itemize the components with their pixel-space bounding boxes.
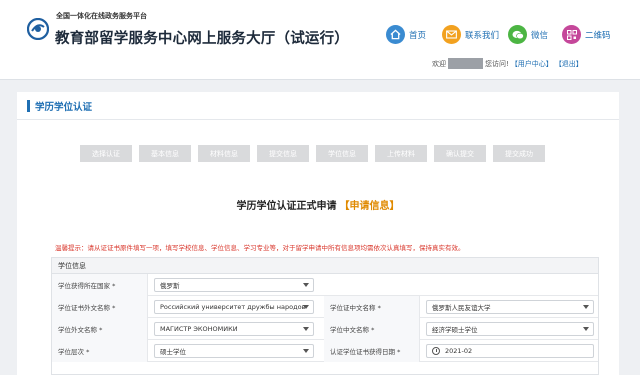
cn-degree-value: 经济学硕士学位 bbox=[432, 326, 478, 334]
step-6[interactable]: 上传材料 bbox=[375, 145, 427, 162]
cn-school-select[interactable]: 俄罗斯人民友谊大学 bbox=[426, 300, 594, 314]
degree-level-select[interactable]: 硕士学位 bbox=[154, 344, 314, 358]
foreign-school-select[interactable]: Российский университет дружбы народов bbox=[154, 300, 314, 314]
nav-home-label: 首页 bbox=[409, 30, 427, 41]
country-value: 俄罗斯 bbox=[160, 282, 180, 290]
degree-info-table: 学位信息 学位获得所在国家 * 俄罗斯 学位证书外文名称 * Российски… bbox=[51, 257, 599, 375]
step-5[interactable]: 学位信息 bbox=[316, 145, 368, 162]
nav-contact[interactable]: 联系我们 bbox=[442, 25, 499, 44]
home-icon bbox=[386, 25, 405, 44]
platform-subtitle: 全国一体化在线政务服务平台 bbox=[56, 12, 147, 20]
foreign-degree-label: 学位外文名称 * bbox=[52, 318, 148, 340]
welcome-prefix: 欢迎 bbox=[432, 59, 446, 68]
nav-wechat-label: 微信 bbox=[531, 30, 549, 41]
chevron-down-icon bbox=[303, 305, 309, 309]
chevron-down-icon bbox=[583, 327, 589, 331]
step-4[interactable]: 提交信息 bbox=[257, 145, 309, 162]
section-header: 学位信息 bbox=[52, 258, 598, 274]
cn-school-value: 俄罗斯人民友谊大学 bbox=[432, 304, 491, 312]
chevron-down-icon bbox=[303, 283, 309, 287]
title-accent-bar bbox=[27, 99, 30, 112]
step-progress: 选择认证 基本信息 材料信息 提交信息 学位信息 上传材料 确认提交 提交成功 bbox=[80, 145, 545, 162]
mail-icon bbox=[442, 25, 461, 44]
site-title: 教育部留学服务中心网上服务大厅（试运行） bbox=[55, 31, 349, 47]
panel-title-bar: 学历学位认证 bbox=[17, 92, 619, 120]
nav-qrcode[interactable]: 二维码 bbox=[562, 25, 611, 44]
main-panel: 学历学位认证 选择认证 基本信息 材料信息 提交信息 学位信息 上传材料 确认提… bbox=[17, 92, 619, 375]
form-title: 学历学位认证正式申请 【申请信息】 bbox=[17, 197, 619, 212]
user-center-link[interactable]: 【用户中心】 bbox=[511, 59, 553, 69]
form-stage: 【申请信息】 bbox=[339, 201, 400, 212]
step-7[interactable]: 确认提交 bbox=[434, 145, 486, 162]
nav-contact-label: 联系我们 bbox=[465, 30, 500, 41]
step-1[interactable]: 选择认证 bbox=[80, 145, 132, 162]
cn-degree-label: 学位中文名称 * bbox=[324, 318, 420, 340]
logout-link[interactable]: 【退出】 bbox=[555, 59, 583, 69]
country-label: 学位获得所在国家 * bbox=[52, 274, 148, 296]
foreign-degree-select[interactable]: МАГИСТР ЭКОНОМИКИ bbox=[154, 322, 314, 336]
cn-school-label: 学位证中文名称 * bbox=[324, 296, 420, 318]
degree-level-value: 硕士学位 bbox=[160, 348, 186, 356]
chevron-down-icon bbox=[583, 305, 589, 309]
chevron-down-icon bbox=[303, 349, 309, 353]
cn-degree-select[interactable]: 经济学硕士学位 bbox=[426, 322, 594, 336]
foreign-degree-value: МАГИСТР ЭКОНОМИКИ bbox=[160, 325, 238, 333]
country-select[interactable]: 俄罗斯 bbox=[154, 278, 314, 292]
welcome-suffix: 您访问! bbox=[485, 59, 509, 68]
step-8[interactable]: 提交成功 bbox=[493, 145, 545, 162]
qrcode-icon bbox=[562, 25, 581, 44]
site-header: 全国一体化在线政务服务平台 教育部留学服务中心网上服务大厅（试运行） 首页 联系… bbox=[0, 0, 640, 80]
notice-text: 温馨提示：请从证证书原件填写一项，填写学校信息、学位信息、学习专业等，对于留学申… bbox=[55, 244, 465, 252]
form-row: 学位外文名称 * МАГИСТР ЭКОНОМИКИ 学位中文名称 * 经济学硕… bbox=[52, 318, 598, 340]
degree-date-picker[interactable]: 2021-02 bbox=[426, 344, 594, 358]
nav-home[interactable]: 首页 bbox=[386, 25, 426, 44]
form-row: 学位证书外文名称 * Российский университет дружбы… bbox=[52, 296, 598, 318]
site-logo-icon bbox=[27, 18, 49, 40]
step-2[interactable]: 基本信息 bbox=[139, 145, 191, 162]
form-row: 学位层次 * 硕士学位 认证学位证书获得日期 * 2021-02 bbox=[52, 340, 598, 362]
step-3[interactable]: 材料信息 bbox=[198, 145, 250, 162]
degree-date-value: 2021-02 bbox=[445, 347, 473, 355]
nav-qrcode-label: 二维码 bbox=[585, 30, 611, 41]
panel-title: 学历学位认证 bbox=[35, 101, 93, 113]
redacted-username bbox=[448, 58, 483, 69]
form-row: 学位获得所在国家 * 俄罗斯 bbox=[52, 274, 598, 296]
foreign-school-value: Российский университет дружбы народов bbox=[160, 303, 306, 311]
nav-wechat[interactable]: 微信 bbox=[508, 25, 548, 44]
degree-date-label: 认证学位证书获得日期 * bbox=[324, 340, 420, 362]
degree-level-label: 学位层次 * bbox=[52, 340, 148, 362]
form-title-text: 学历学位认证正式申请 bbox=[236, 201, 337, 212]
wechat-icon bbox=[508, 25, 527, 44]
chevron-down-icon bbox=[303, 327, 309, 331]
clock-icon bbox=[432, 347, 440, 355]
welcome-bar: 欢迎 您访问! 【用户中心】 【退出】 bbox=[432, 58, 583, 69]
foreign-school-label: 学位证书外文名称 * bbox=[52, 296, 148, 318]
